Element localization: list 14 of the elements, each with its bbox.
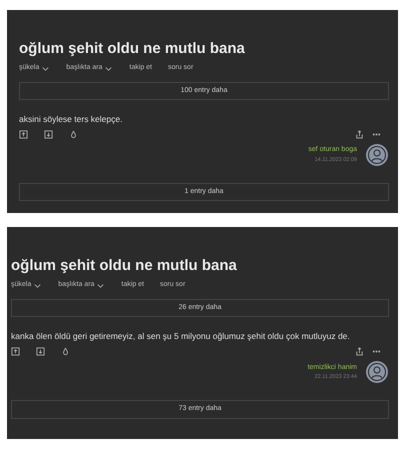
upvote-icon[interactable]	[19, 130, 28, 139]
topic-title[interactable]: oğlum şehit oldu ne mutlu bana	[11, 257, 389, 276]
downvote-icon[interactable]	[36, 347, 45, 356]
share-icon[interactable]	[355, 130, 364, 139]
entry-text: aksini söylese ters kelepçe.	[19, 113, 124, 126]
drop-icon[interactable]	[61, 347, 70, 356]
upvote-icon[interactable]	[11, 347, 20, 356]
avatar-icon[interactable]	[365, 142, 389, 167]
drop-icon[interactable]	[69, 130, 78, 139]
avatar-icon[interactable]	[365, 360, 389, 384]
entry-text: kanka ölen öldü geri getiremeyiz, al sen şu 5 milyonu oğlumuz şehit oldu çok mutluyuz de.	[11, 330, 351, 343]
topic-title[interactable]: oğlum şehit oldu ne mutlu bana	[19, 40, 389, 58]
share-icon[interactable]	[355, 347, 364, 356]
downvote-icon[interactable]	[44, 130, 53, 139]
